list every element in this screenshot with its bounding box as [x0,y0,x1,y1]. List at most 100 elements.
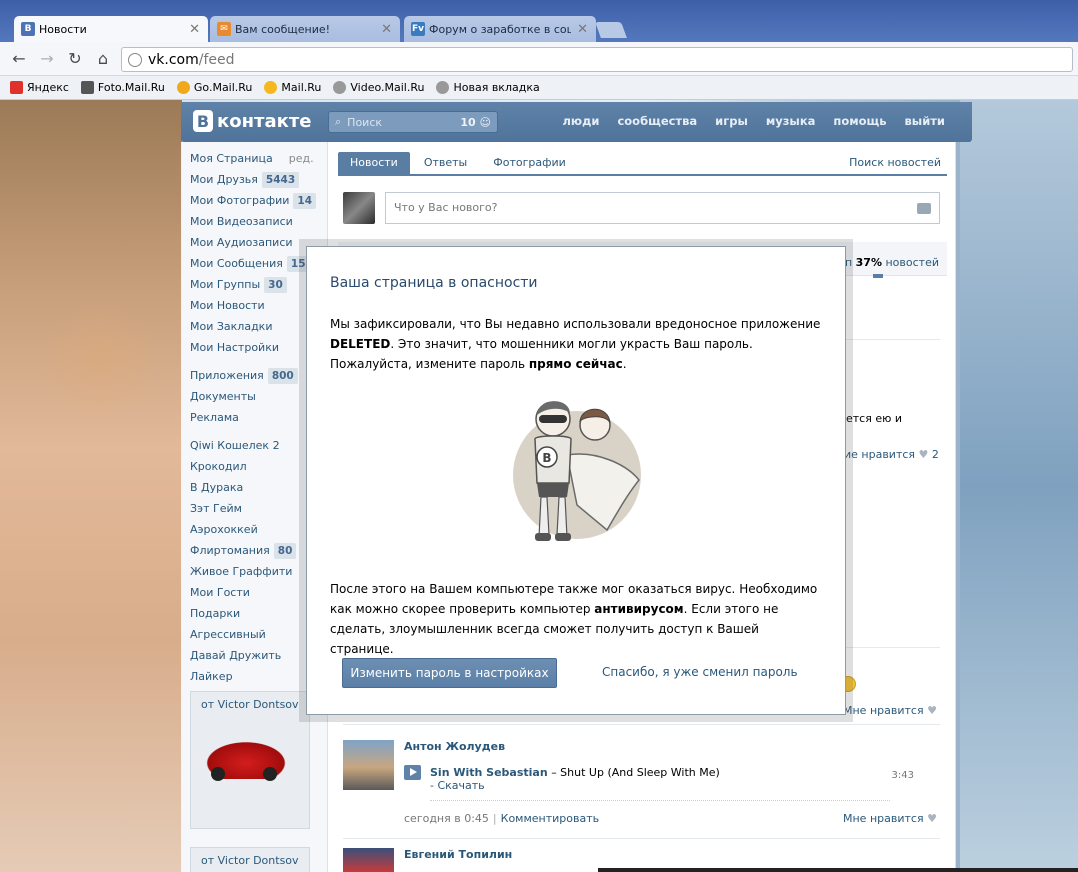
nav-people[interactable]: люди [554,114,609,128]
apps-count-badge: 800 [267,367,298,384]
post-meta: сегодня в 0:45 | Комментировать [404,812,600,825]
bookmark-label: Яндекс [27,81,69,94]
edit-link[interactable]: ред. [289,148,314,169]
tab-forum[interactable]: Fv Форум о заработке в социал ✕ [404,16,596,42]
vk-logo[interactable]: В контакте [193,110,311,132]
play-icon[interactable] [404,765,421,780]
hero-boot-right [555,533,571,541]
nav-games[interactable]: игры [706,114,757,128]
menu-friends[interactable]: Мои Друзья 5443 [190,169,327,190]
at-icon [264,81,278,94]
feed-post: Антон Жолудев Sin With Sebastian – Shut … [343,740,940,830]
menu-photos[interactable]: Мои Фотографии 14 [190,190,327,211]
tab-news[interactable]: Новости [338,152,410,174]
ad-block[interactable]: от Victor Dontsov [190,691,310,829]
percent-slider-handle[interactable] [873,274,883,278]
bookmarks-bar: Яндекс Foto.Mail.Ru Go.Mail.Ru Mail.Ru V… [0,76,1078,100]
top-news-percent[interactable]: оп 37% новостей [838,256,939,269]
address-bar[interactable]: vk.com/feed [121,47,1073,72]
nav-music[interactable]: музыка [757,114,825,128]
photos-count-badge: 14 [293,192,317,209]
search-icon: ⌕ [335,115,342,128]
menu-my-page[interactable]: Моя Страница ред. [190,148,327,169]
status-input[interactable]: Что у Вас нового? [385,192,940,224]
people-count: 10 ☺ [460,115,491,129]
superhero-illustration: В [513,401,641,541]
heart-icon: ♥ [927,704,937,717]
yandex-icon [10,81,23,94]
divider [430,800,890,801]
reload-icon[interactable]: ↻ [66,50,84,68]
post-author-name[interactable]: Антон Жолудев [404,740,505,753]
bookmark-yandex[interactable]: Яндекс [10,81,69,94]
bookmark-new-tab[interactable]: Новая вкладка [436,81,540,94]
forward-icon[interactable]: → [38,50,56,68]
camera-icon [80,81,94,94]
hero-mask [539,415,567,423]
bookmark-label: Новая вкладка [453,81,540,94]
forum-favicon-icon: Fv [411,22,425,36]
avatar[interactable] [343,192,375,224]
dialog-paragraph-2: После этого на Вашем компьютере также мо… [330,582,818,656]
bookmark-mail[interactable]: Mail.Ru [264,81,321,94]
camera-icon[interactable] [917,203,931,214]
post-time: сегодня в 0:45 [404,812,489,825]
post-text-fragment: ется ею и [846,412,903,425]
tab-message[interactable]: ✉ Вам сообщение! ✕ [210,16,400,42]
track-artist[interactable]: Sin With Sebastian [430,766,548,779]
bookmark-label: Go.Mail.Ru [193,81,253,94]
back-icon[interactable]: ← [10,50,28,68]
track-duration: 3:43 [891,770,914,781]
bookmark-label: Mail.Ru [281,81,322,94]
home-icon[interactable]: ⌂ [94,50,112,68]
bookmark-go-mail[interactable]: Go.Mail.Ru [176,81,253,94]
download-link[interactable]: - Скачать [430,779,485,792]
tab-title: Форум о заработке в социал [429,22,572,36]
tab-title: Вам сообщение! [235,22,331,36]
vk-search-input[interactable]: ⌕ Поиск 10 ☺ [328,111,498,133]
like-button[interactable]: ие нравится ♥ 2 [844,448,939,461]
hero-leg-right [556,496,568,538]
browser-toolbar: ← → ↻ ⌂ vk.com/feed [0,42,1078,76]
ad-from: от Victor Dontsov [201,698,299,711]
post-author-avatar[interactable] [343,848,394,872]
post-author-avatar[interactable] [343,740,394,790]
bookmark-foto-mail[interactable]: Foto.Mail.Ru [80,81,165,94]
browser-chrome: B Новости ✕ ✉ Вам сообщение! ✕ Fv Форум … [0,0,1078,100]
menu-videos[interactable]: Мои Видеозаписи [190,211,327,232]
close-tab-icon[interactable]: ✕ [381,22,392,37]
nav-logout[interactable]: выйти [896,114,954,128]
close-tab-icon[interactable]: ✕ [189,22,200,37]
vk-header: В контакте ⌕ Поиск 10 ☺ люди сообщества … [181,102,972,142]
friends-count-badge: 5443 [261,171,300,188]
already-changed-link[interactable]: Спасибо, я уже сменил пароль [602,665,798,679]
post-author-name[interactable]: Евгений Топилин [404,848,512,861]
tab-answers[interactable]: Ответы [412,152,479,174]
divider [343,838,940,839]
background-photo [0,100,182,872]
nav-help[interactable]: помощь [824,114,895,128]
search-news-link[interactable]: Поиск новостей [849,152,947,174]
globe-icon [128,52,142,67]
new-tab-button[interactable] [595,22,627,38]
nav-communities[interactable]: сообщества [608,114,706,128]
address-host: vk.com [148,51,199,68]
globe-icon [333,81,347,94]
comment-link[interactable]: Комментировать [501,812,599,825]
like-button[interactable]: Мне нравится ♥ [843,812,937,825]
close-tab-icon[interactable]: ✕ [577,22,588,37]
bookmark-label: Foto.Mail.Ru [97,81,165,94]
change-password-button[interactable]: Изменить пароль в настройках [342,658,557,688]
tab-photos[interactable]: Фотографии [481,152,578,174]
like-button[interactable]: Мне нравится ♥ [843,704,937,717]
security-warning-dialog: Ваша страница в опасности Мы зафиксирова… [306,246,846,715]
vk-top-nav: люди сообщества игры музыка помощь выйти [554,114,955,128]
bookmark-video-mail[interactable]: Video.Mail.Ru [333,81,424,94]
mail-favicon-icon: ✉ [217,22,231,36]
tab-news[interactable]: B Новости ✕ [14,16,208,42]
feed-tabs: Новости Ответы Фотографии Поиск новостей [338,152,947,176]
car-image [201,739,291,781]
ad-block-2[interactable]: от Victor Dontsov [190,847,310,872]
dialog-paragraph-1: Мы зафиксировали, что Вы недавно использ… [330,317,821,371]
vk-logo-text: контакте [217,110,312,132]
